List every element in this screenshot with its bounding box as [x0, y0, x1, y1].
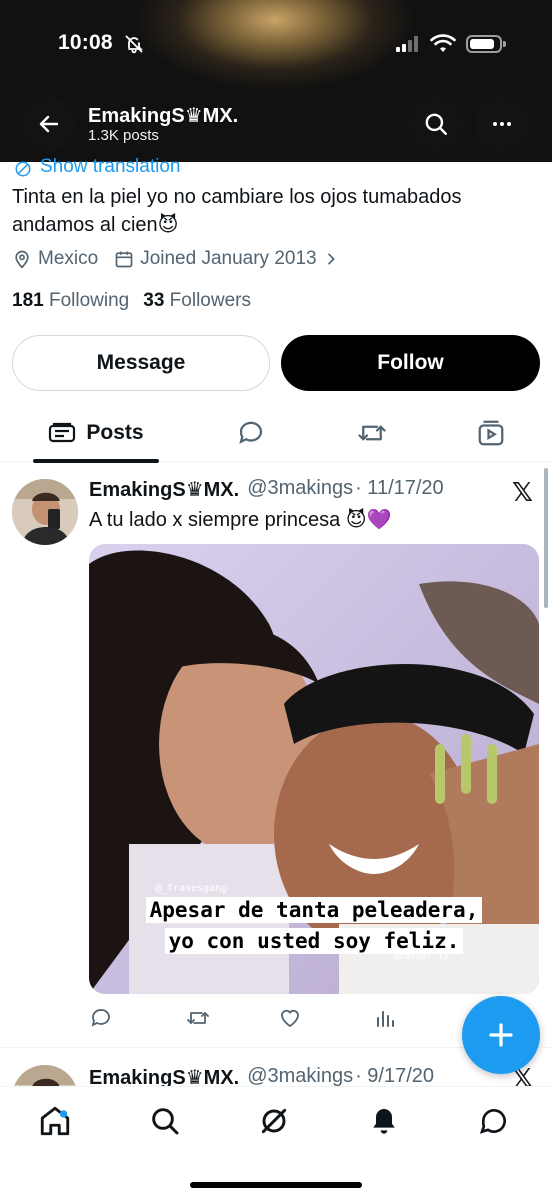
tweet-author-name[interactable]: EmakingS♛MX. [89, 477, 239, 502]
tab-replies[interactable] [226, 404, 276, 462]
grok-icon [261, 1108, 287, 1134]
cellular-signal-icon [396, 36, 418, 52]
profile-tabs: Posts [0, 404, 552, 463]
messages-icon [479, 1109, 506, 1134]
tweet-header: EmakingS♛MX. @3makings · 11/17/20 [89, 477, 444, 502]
status-time: 10:08 [58, 31, 113, 54]
nav-grok[interactable] [254, 1101, 294, 1141]
image-caption-line1: Apesar de tanta peleadera, [89, 897, 539, 923]
scrollbar[interactable] [544, 468, 548, 608]
tweet-handle[interactable]: @3makings [247, 1065, 353, 1086]
nav-search[interactable] [145, 1101, 185, 1141]
profile-bio: Tinta en la piel yo no cambiare los ojos… [12, 186, 462, 236]
compose-button[interactable] [462, 996, 540, 1074]
tweet-image[interactable]: @_frasesgang Apesar de tanta peleadera, … [89, 544, 539, 994]
repost-button[interactable] [185, 1006, 211, 1035]
following-link[interactable]: 181 Following [12, 290, 129, 312]
nav-home[interactable] [35, 1101, 75, 1141]
search-icon [152, 1108, 179, 1135]
more-icon [493, 122, 511, 126]
location-text: Mexico [38, 248, 99, 269]
tweet-handle[interactable]: @3makings [247, 477, 353, 502]
show-translation-label: Show translation [40, 156, 181, 177]
reply-icon [91, 1009, 110, 1027]
header-title: EmakingS♛MX. 1.3K posts [88, 105, 238, 145]
battery-icon [466, 35, 506, 53]
silent-mode-icon [124, 34, 144, 59]
plus-icon [489, 1023, 513, 1047]
views-icon [377, 1011, 394, 1027]
more-options-button[interactable] [475, 97, 529, 151]
wifi-icon [430, 34, 456, 59]
calendar-icon [115, 251, 133, 268]
search-icon [425, 113, 447, 135]
tweet-header: EmakingS♛MX. @3makings · 9/17/20 [89, 1065, 434, 1086]
image-caption-line2: yo con usted soy feliz. [89, 928, 539, 954]
avatar[interactable] [12, 1065, 78, 1086]
joined-text: Joined January 2013 [140, 248, 317, 269]
media-icon [478, 420, 504, 446]
repost-icon [358, 425, 386, 441]
caption-line2-text: yo con usted soy feliz. [164, 928, 464, 954]
heart-icon [281, 1009, 299, 1028]
follow-stats: 181 Following 33 Followers [12, 290, 251, 312]
like-button[interactable] [278, 1006, 302, 1035]
following-count: 181 [12, 290, 44, 311]
tweet-text: A tu lado x siempre princesa 😈💜 [89, 509, 392, 531]
search-button[interactable] [409, 97, 463, 151]
followers-label: Followers [169, 290, 251, 311]
arrow-left-icon [39, 115, 59, 133]
watermark-top: @_frasesgang [155, 883, 228, 894]
repost-icon [187, 1012, 209, 1024]
profile-header-banner: 10:08 EmakingS♛MX. 1.3K posts [0, 0, 552, 162]
followers-count: 33 [143, 290, 165, 311]
tweet-actions [89, 1006, 409, 1034]
header-profile-name: EmakingS♛MX. [88, 105, 239, 127]
back-button[interactable] [22, 97, 76, 151]
tweet-photo [89, 544, 539, 994]
home-indicator [190, 1182, 362, 1188]
posts-icon [49, 422, 76, 443]
show-translation-link[interactable]: Show translation [14, 156, 180, 178]
views-button[interactable] [373, 1006, 397, 1035]
message-button[interactable]: Message [12, 335, 270, 391]
profile-location: Mexico [12, 248, 98, 270]
reply-bubble-icon [239, 421, 263, 444]
status-bar: 10:08 [0, 28, 552, 64]
location-pin-icon [15, 250, 29, 269]
avatar[interactable] [12, 479, 78, 545]
tab-posts-label: Posts [86, 421, 144, 444]
chevron-right-icon [327, 253, 335, 265]
following-label: Following [48, 290, 130, 311]
translate-icon [15, 161, 31, 177]
follow-button[interactable]: Follow [281, 335, 540, 391]
bell-icon [373, 1109, 395, 1134]
tweet-author-name[interactable]: EmakingS♛MX. [89, 1065, 239, 1086]
profile-meta: Mexico Joined January 2013 [12, 248, 339, 270]
header-posts-count: 1.3K posts [88, 127, 159, 144]
tweet[interactable]: EmakingS♛MX. @3makings · 11/17/20 𝕏 A tu… [0, 463, 552, 1048]
tab-media[interactable] [466, 404, 516, 462]
followers-link[interactable]: 33 Followers [143, 290, 251, 312]
tweet-date: · 9/17/20 [355, 1065, 435, 1086]
tweet-date: · 11/17/20 [355, 477, 444, 499]
caption-line1-text: Apesar de tanta peleadera, [145, 897, 483, 923]
home-icon [40, 1106, 70, 1136]
watermark-bottom: @sakuul_13 [394, 952, 449, 962]
x-logo-icon: 𝕏 [512, 477, 533, 507]
profile-joined[interactable]: Joined January 2013 [114, 248, 338, 270]
tab-posts[interactable]: Posts [33, 404, 159, 463]
nav-messages[interactable] [474, 1101, 514, 1141]
tab-reposts[interactable] [347, 404, 397, 462]
reply-button[interactable] [89, 1006, 113, 1035]
nav-notifications[interactable] [364, 1101, 404, 1141]
